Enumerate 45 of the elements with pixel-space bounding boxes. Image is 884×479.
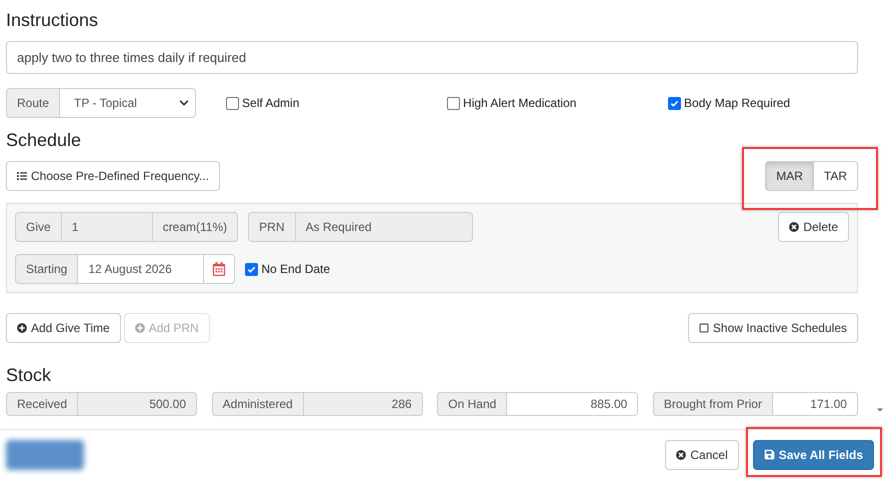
add-button[interactable]: Add Give Time — [6, 313, 121, 343]
stock-label: On Hand — [437, 392, 508, 416]
delete-button[interactable]: Delete — [778, 212, 849, 242]
route-select[interactable]: TP - Topical — [59, 88, 196, 118]
plus-icon — [17, 323, 27, 333]
stock-label: Administered — [212, 392, 304, 416]
checkbox[interactable] — [226, 96, 240, 110]
checkbox-label: High Alert Medication — [463, 96, 576, 110]
frequency-button[interactable]: Choose Pre-Defined Frequency... — [6, 161, 220, 191]
stock-field[interactable]: 171.00 — [772, 392, 858, 416]
checkbox-label: No End Date — [261, 262, 330, 276]
list-icon — [17, 171, 27, 181]
section-heading: Instructions — [6, 10, 98, 31]
close-icon — [789, 222, 800, 232]
checkbox[interactable] — [447, 96, 460, 110]
chevron-icon — [179, 98, 190, 108]
starting-label: Starting — [15, 254, 78, 284]
give-label: Give — [15, 212, 62, 242]
calendar-icon — [212, 262, 226, 276]
route-label: Route — [6, 88, 60, 118]
section-heading: Stock — [6, 365, 52, 386]
checkbox[interactable] — [668, 96, 682, 110]
mode-toggle[interactable]: MAR — [765, 161, 814, 191]
save-icon — [764, 449, 775, 460]
save-button[interactable]: Save All Fields — [752, 440, 874, 470]
prn-field[interactable]: As Required — [294, 212, 472, 242]
section-heading: Schedule — [6, 130, 82, 151]
stock-label: Brought from Prior — [652, 392, 773, 416]
unit-label: cream(11%) — [152, 212, 238, 242]
checkbox-label: Self Admin — [242, 96, 300, 110]
checkbox[interactable] — [245, 262, 258, 276]
stock-label: Received — [6, 392, 78, 416]
stock-field[interactable]: 885.00 — [506, 392, 638, 416]
calendar-button[interactable] — [203, 254, 236, 284]
close-icon — [676, 450, 686, 460]
mode-toggle[interactable]: TAR — [812, 161, 858, 191]
checkbox-label: Body Map Required — [684, 96, 790, 110]
instructions-field[interactable]: apply two to three times daily if required — [6, 41, 858, 74]
date-field[interactable]: 12 August 2026 — [77, 254, 204, 284]
cancel-button[interactable]: Cancel — [665, 440, 739, 470]
give-field[interactable]: 1 — [60, 212, 153, 242]
stock-field: 500.00 — [77, 392, 198, 416]
prn-label: PRN — [248, 212, 296, 242]
plus-icon — [134, 323, 145, 333]
stock-field: 286 — [302, 392, 423, 416]
